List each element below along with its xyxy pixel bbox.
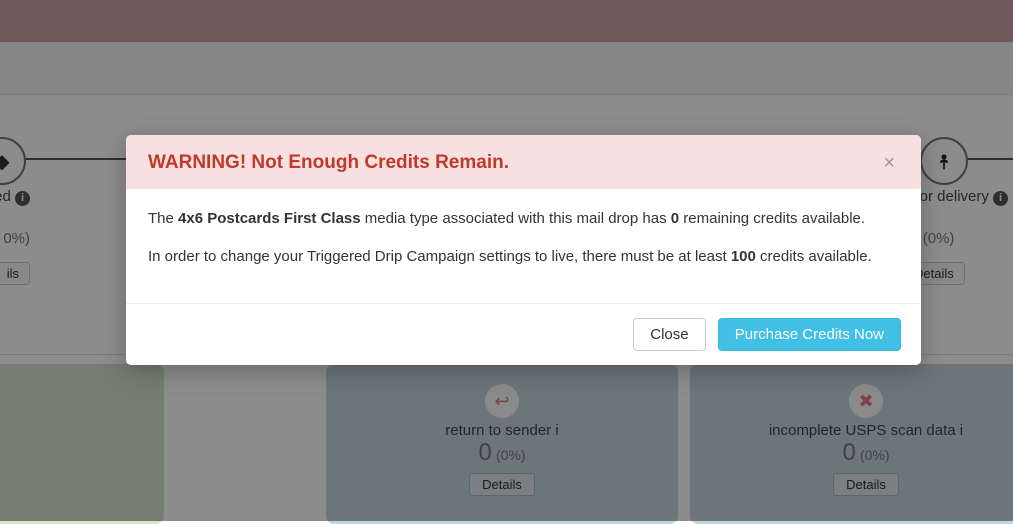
close-icon[interactable]: ×	[879, 151, 899, 175]
modal-header: WARNING! Not Enough Credits Remain. ×	[126, 135, 921, 189]
purchase-credits-button[interactable]: Purchase Credits Now	[718, 318, 901, 351]
modal-body: The 4x6 Postcards First Class media type…	[126, 189, 921, 303]
modal-footer: Close Purchase Credits Now	[126, 303, 921, 365]
modal-paragraph-1: The 4x6 Postcards First Class media type…	[148, 207, 899, 231]
warning-modal: WARNING! Not Enough Credits Remain. × Th…	[126, 135, 921, 365]
close-button[interactable]: Close	[633, 318, 705, 351]
modal-paragraph-2: In order to change your Triggered Drip C…	[148, 245, 899, 269]
modal-title: WARNING! Not Enough Credits Remain.	[148, 152, 509, 174]
